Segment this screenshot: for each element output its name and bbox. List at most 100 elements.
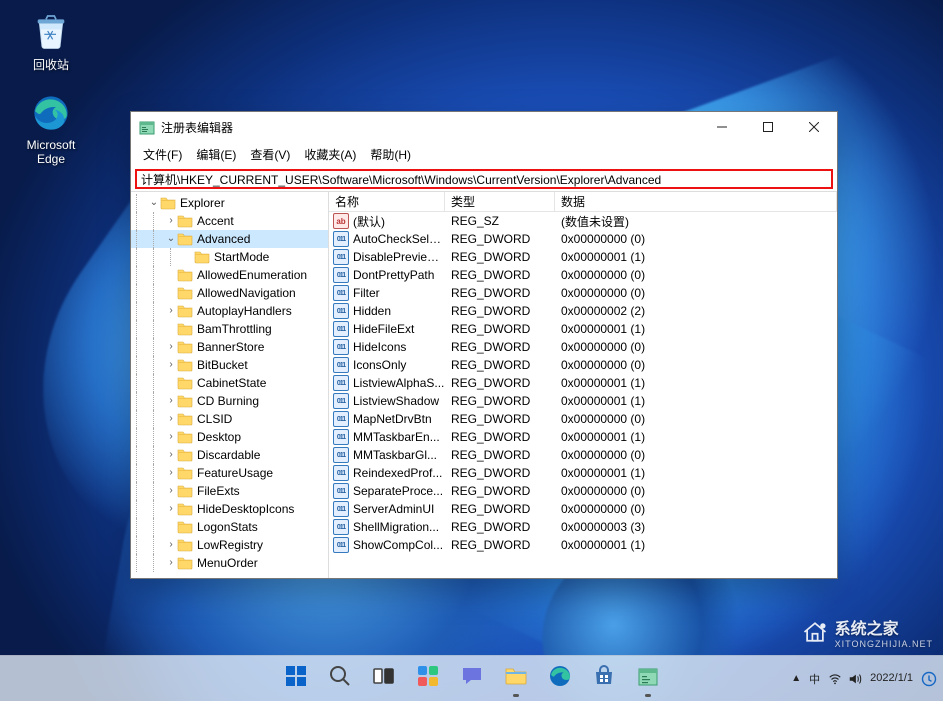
- registry-value-row[interactable]: 011HideIconsREG_DWORD0x00000000 (0): [329, 338, 837, 356]
- tree-node[interactable]: AllowedNavigation: [131, 284, 328, 302]
- desktop-icon-recycle-bin[interactable]: 回收站: [18, 10, 84, 73]
- taskbar-regedit-button[interactable]: [628, 659, 668, 699]
- registry-value-row[interactable]: 011SeparateProce...REG_DWORD0x00000000 (…: [329, 482, 837, 500]
- tree-twisty-icon[interactable]: ›: [165, 482, 177, 500]
- menu-edit[interactable]: 编辑(E): [190, 144, 242, 165]
- maximize-button[interactable]: [745, 112, 791, 142]
- tree-twisty-icon[interactable]: ›: [165, 212, 177, 230]
- ime-indicator[interactable]: 中: [809, 671, 820, 687]
- taskbar-store-button[interactable]: [584, 659, 624, 699]
- value-data: (数值未设置): [555, 213, 837, 230]
- menu-file[interactable]: 文件(F): [137, 144, 188, 165]
- tree-pane[interactable]: ⌄Explorer›Accent⌄AdvancedStartModeAllowe…: [131, 192, 329, 578]
- tree-node[interactable]: StartMode: [131, 248, 328, 266]
- registry-value-row[interactable]: 011MMTaskbarEn...REG_DWORD0x00000001 (1): [329, 428, 837, 446]
- value-name: (默认): [353, 213, 445, 230]
- tree-node[interactable]: ⌄Advanced: [131, 230, 328, 248]
- tree-twisty-icon[interactable]: ›: [165, 554, 177, 572]
- menu-view[interactable]: 查看(V): [244, 144, 296, 165]
- registry-value-row[interactable]: 011HideFileExtREG_DWORD0x00000001 (1): [329, 320, 837, 338]
- taskbar-widgets-button[interactable]: [408, 659, 448, 699]
- tree-node[interactable]: ›Accent: [131, 212, 328, 230]
- value-data: 0x00000000 (0): [555, 232, 837, 246]
- menu-fav[interactable]: 收藏夹(A): [298, 144, 362, 165]
- tree-twisty-icon[interactable]: ⌄: [165, 230, 177, 248]
- menu-help[interactable]: 帮助(H): [364, 144, 417, 165]
- tree-node[interactable]: › MenuOrder: [131, 554, 328, 572]
- tree-twisty-icon[interactable]: ›: [165, 446, 177, 464]
- wifi-icon[interactable]: [828, 672, 842, 686]
- registry-value-row[interactable]: 011DisablePreview...REG_DWORD0x00000001 …: [329, 248, 837, 266]
- list-pane[interactable]: 名称 类型 数据 ab(默认)REG_SZ(数值未设置)011AutoCheck…: [329, 192, 837, 578]
- taskbar-chat-button[interactable]: [452, 659, 492, 699]
- tree-node-label: MenuOrder: [197, 554, 258, 572]
- tree-twisty-icon[interactable]: ›: [165, 464, 177, 482]
- tree-node[interactable]: CabinetState: [131, 374, 328, 392]
- tree-node[interactable]: ›CD Burning: [131, 392, 328, 410]
- tree-twisty-icon[interactable]: ›: [165, 356, 177, 374]
- minimize-button[interactable]: [699, 112, 745, 142]
- tree-node[interactable]: AllowedEnumeration: [131, 266, 328, 284]
- registry-value-row[interactable]: 011IconsOnlyREG_DWORD0x00000000 (0): [329, 356, 837, 374]
- tree-node[interactable]: ›Discardable: [131, 446, 328, 464]
- tree-twisty-icon[interactable]: ⌄: [148, 194, 160, 212]
- tree-twisty-icon[interactable]: ›: [165, 302, 177, 320]
- taskbar-edge-button[interactable]: [540, 659, 580, 699]
- tree-node[interactable]: ›BannerStore: [131, 338, 328, 356]
- taskbar-file-explorer-button[interactable]: [496, 659, 536, 699]
- registry-value-row[interactable]: 011ListviewShadowREG_DWORD0x00000001 (1): [329, 392, 837, 410]
- tree-node[interactable]: ›LowRegistry: [131, 536, 328, 554]
- volume-icon[interactable]: [848, 672, 862, 686]
- tree-node[interactable]: LogonStats: [131, 518, 328, 536]
- tree-node[interactable]: ›CLSID: [131, 410, 328, 428]
- registry-value-row[interactable]: 011FilterREG_DWORD0x00000000 (0): [329, 284, 837, 302]
- tree-node[interactable]: ›HideDesktopIcons: [131, 500, 328, 518]
- tray-chevron-up-icon[interactable]: ▲: [791, 673, 801, 684]
- tree-node[interactable]: ⌄Explorer: [131, 194, 328, 212]
- value-data: 0x00000001 (1): [555, 250, 837, 264]
- dword-value-icon: 011: [333, 375, 349, 391]
- address-input[interactable]: [137, 171, 831, 187]
- taskbar-start-button[interactable]: [276, 659, 316, 699]
- registry-value-row[interactable]: 011MapNetDrvBtnREG_DWORD0x00000000 (0): [329, 410, 837, 428]
- tree-node[interactable]: ›Desktop: [131, 428, 328, 446]
- taskbar-clock[interactable]: 2022/1/1: [870, 672, 913, 685]
- registry-value-row[interactable]: ab(默认)REG_SZ(数值未设置): [329, 212, 837, 230]
- value-name: MapNetDrvBtn: [353, 412, 445, 426]
- registry-value-row[interactable]: 011ShowCompCol...REG_DWORD0x00000001 (1): [329, 536, 837, 554]
- tree-node[interactable]: ›BitBucket: [131, 356, 328, 374]
- registry-value-row[interactable]: 011DontPrettyPathREG_DWORD0x00000000 (0): [329, 266, 837, 284]
- taskbar-search-button[interactable]: [320, 659, 360, 699]
- value-name: HideIcons: [353, 340, 445, 354]
- tree-twisty-icon[interactable]: ›: [165, 500, 177, 518]
- tree-node[interactable]: ›AutoplayHandlers: [131, 302, 328, 320]
- tree-node[interactable]: ›FeatureUsage: [131, 464, 328, 482]
- registry-value-row[interactable]: 011HiddenREG_DWORD0x00000002 (2): [329, 302, 837, 320]
- tree-twisty-icon[interactable]: ›: [165, 392, 177, 410]
- registry-value-row[interactable]: 011ListviewAlphaS...REG_DWORD0x00000001 …: [329, 374, 837, 392]
- system-tray[interactable]: ▲ 中 2022/1/1: [791, 671, 937, 687]
- tree-twisty-icon[interactable]: ›: [165, 428, 177, 446]
- col-header-name[interactable]: 名称: [329, 192, 445, 211]
- tree-twisty-icon[interactable]: ›: [165, 410, 177, 428]
- tree-node[interactable]: ›FileExts: [131, 482, 328, 500]
- col-header-data[interactable]: 数据: [555, 192, 837, 211]
- registry-value-row[interactable]: 011AutoCheckSelectREG_DWORD0x00000000 (0…: [329, 230, 837, 248]
- titlebar[interactable]: 注册表编辑器: [131, 112, 837, 142]
- value-data: 0x00000000 (0): [555, 268, 837, 282]
- registry-value-row[interactable]: 011ServerAdminUIREG_DWORD0x00000000 (0): [329, 500, 837, 518]
- notifications-icon[interactable]: [921, 671, 937, 687]
- registry-value-row[interactable]: 011MMTaskbarGl...REG_DWORD0x00000000 (0): [329, 446, 837, 464]
- col-header-type[interactable]: 类型: [445, 192, 555, 211]
- desktop-icon-edge[interactable]: Microsoft Edge: [18, 92, 84, 166]
- watermark-sub: XITONGZHIJIA.NET: [835, 639, 933, 649]
- registry-value-row[interactable]: 011ReindexedProf...REG_DWORD0x00000001 (…: [329, 464, 837, 482]
- registry-value-row[interactable]: 011ShellMigration...REG_DWORD0x00000003 …: [329, 518, 837, 536]
- dword-value-icon: 011: [333, 249, 349, 265]
- tree-twisty-icon[interactable]: ›: [165, 536, 177, 554]
- tree-node[interactable]: BamThrottling: [131, 320, 328, 338]
- close-button[interactable]: [791, 112, 837, 142]
- taskbar-task-view-button[interactable]: [364, 659, 404, 699]
- tree-twisty-icon[interactable]: ›: [165, 338, 177, 356]
- folder-icon: [177, 321, 193, 337]
